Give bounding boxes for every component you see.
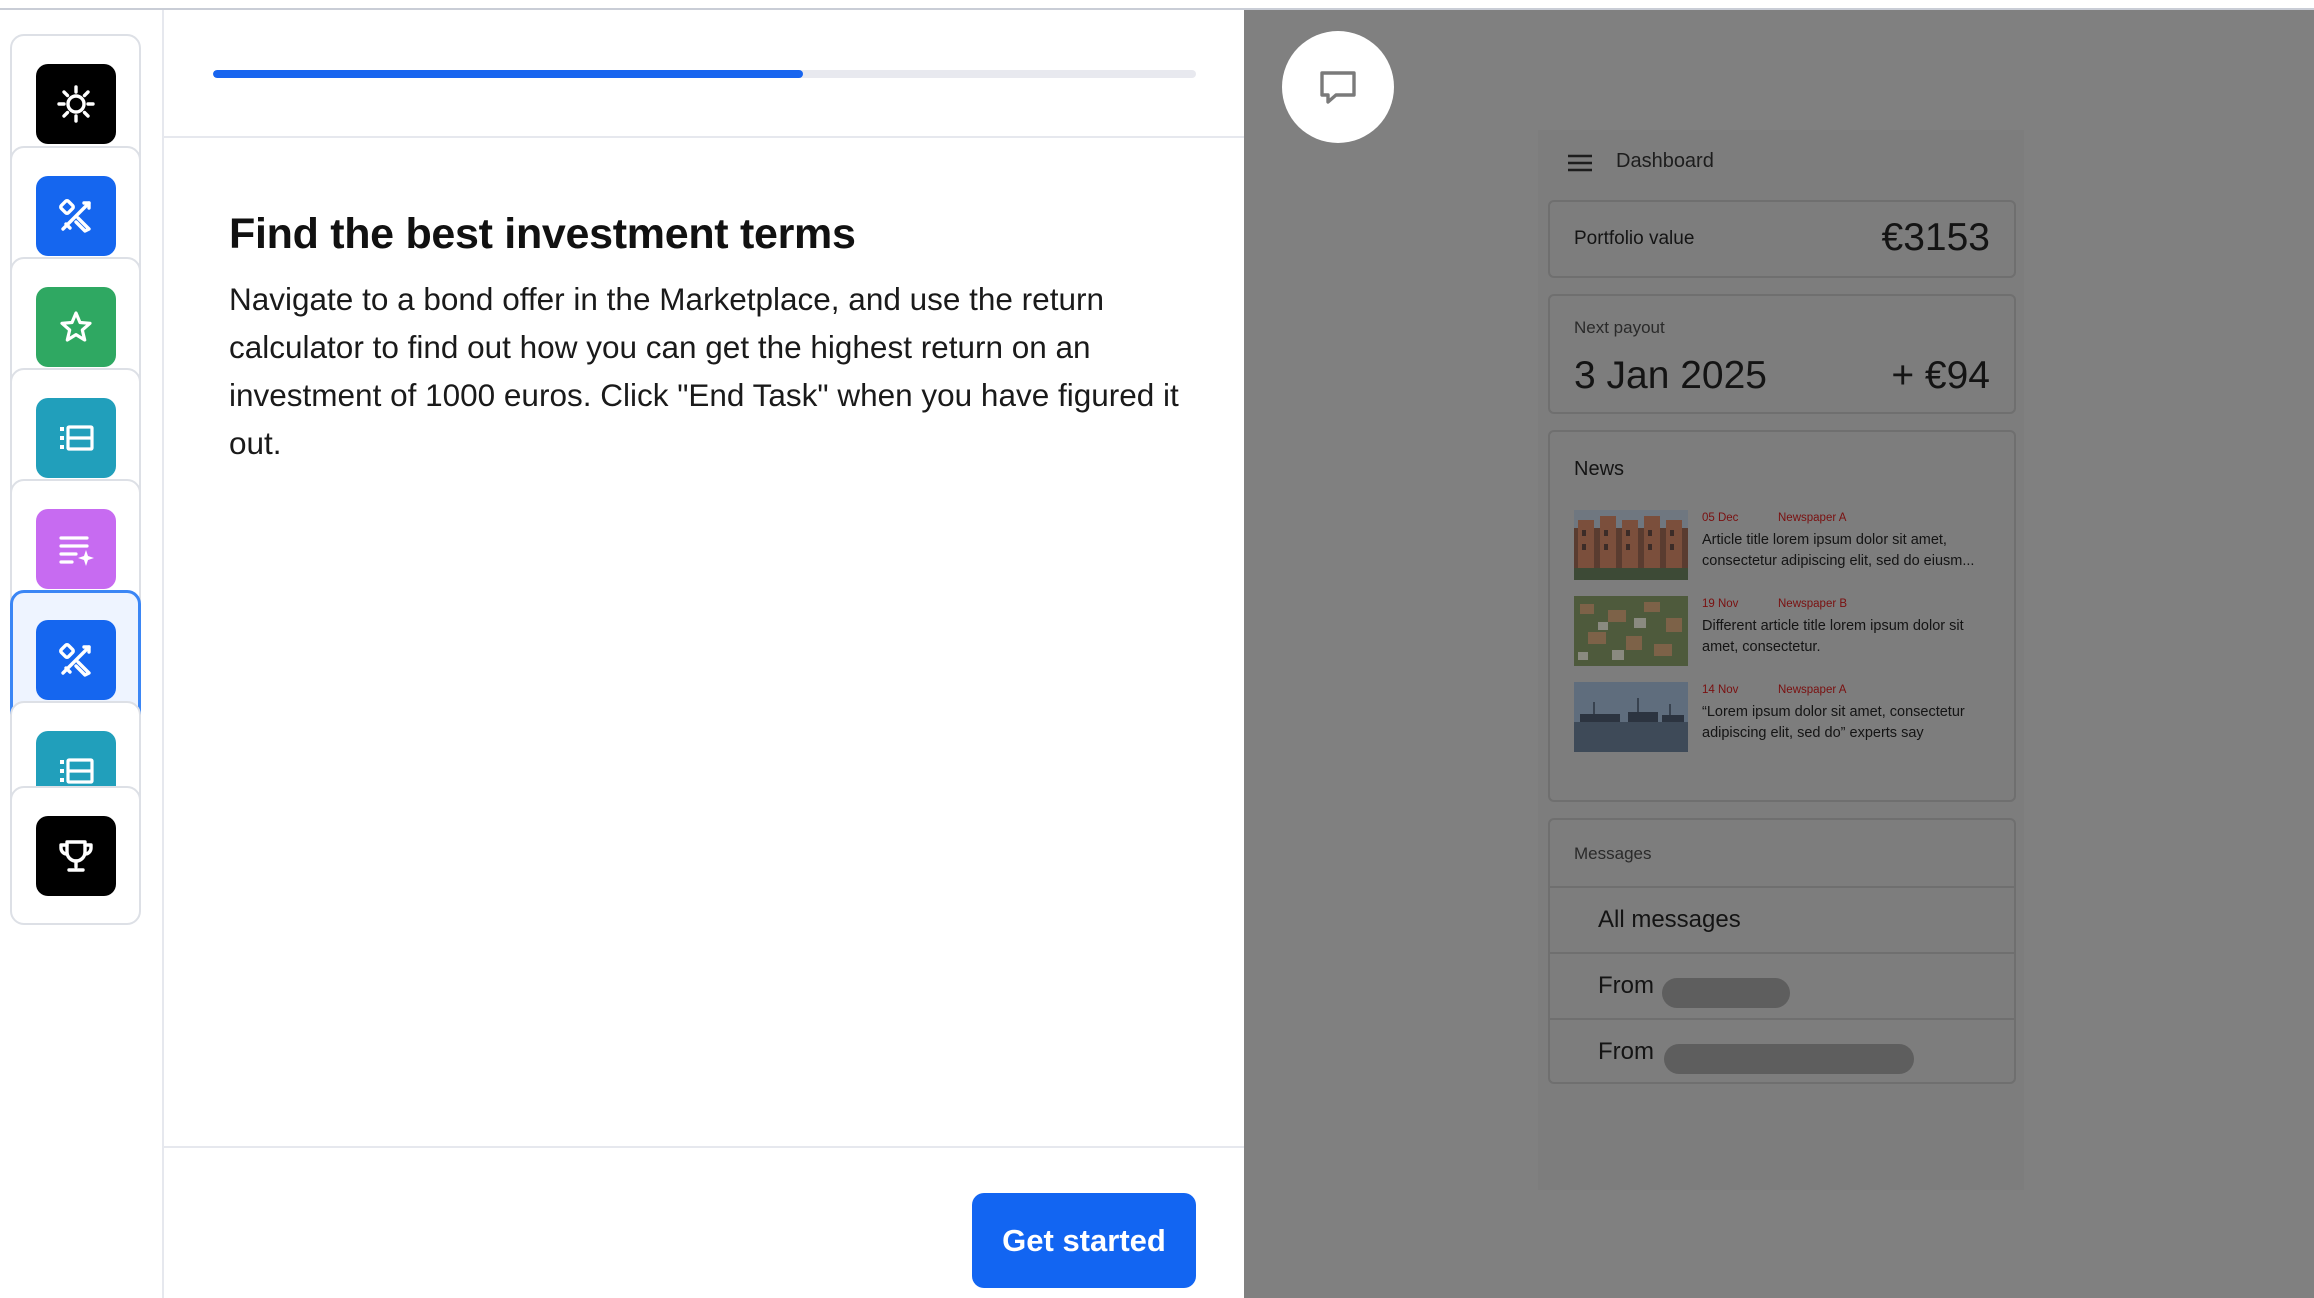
sidebar-tile	[35, 175, 116, 256]
progress-bar	[213, 70, 1196, 78]
app-preview: Dashboard Portfolio value €3153 Next pay…	[1244, 10, 2314, 1298]
message-sender-prefix: From	[1598, 1038, 1654, 1065]
dashboard-title: Dashboard	[1616, 150, 1714, 172]
news-thumbnail	[1574, 682, 1688, 752]
sidebar-tile	[35, 815, 116, 896]
news-source: Newspaper A	[1778, 512, 1847, 524]
message-sender-prefix: From	[1598, 972, 1654, 999]
sidebar-tile	[35, 508, 116, 589]
payout-card[interactable]: Next payout 3 Jan 2025 + €94	[1548, 294, 2016, 414]
news-thumbnail	[1574, 596, 1688, 666]
news-card: News 05 Dec Newspaper A Article title lo…	[1548, 430, 2016, 802]
payout-amount: + €94	[1891, 354, 1990, 397]
redacted-sender	[1664, 1044, 1914, 1074]
news-item[interactable]: 05 Dec Newspaper A Article title lorem i…	[1574, 510, 2004, 582]
portfolio-value: €3153	[1881, 216, 1990, 259]
news-source: Newspaper B	[1778, 598, 1848, 610]
progress-fill	[213, 70, 803, 78]
task-description: Navigate to a bond offer in the Marketpl…	[229, 281, 1179, 461]
portfolio-label: Portfolio value	[1574, 228, 1695, 249]
message-row[interactable]: All messages	[1550, 886, 2014, 952]
news-date: 19 Nov	[1702, 598, 1739, 610]
payout-label: Next payout	[1574, 318, 1665, 337]
progress-section	[164, 10, 1244, 138]
portfolio-card[interactable]: Portfolio value €3153	[1548, 200, 2016, 278]
list-icon	[59, 424, 94, 451]
news-item[interactable]: 19 Nov Newspaper B Different article tit…	[1574, 596, 2004, 668]
news-thumbnail	[1574, 510, 1688, 580]
sidebar-tile	[35, 619, 116, 700]
app-root: Find the best investment terms Navigate …	[0, 0, 2314, 1298]
dashboard-screen: Dashboard Portfolio value €3153 Next pay…	[1538, 130, 2024, 1190]
messages-card: Messages All messages From From	[1548, 818, 2016, 1084]
get-started-button[interactable]: Get started	[972, 1193, 1196, 1288]
messages-title: Messages	[1574, 844, 1652, 863]
news-source: Newspaper A	[1778, 684, 1847, 696]
star-icon	[59, 310, 92, 342]
task-title: Find the best investment terms	[229, 210, 856, 258]
task-panel: Find the best investment terms Navigate …	[164, 10, 1244, 1298]
chat-button[interactable]	[1282, 31, 1394, 143]
message-row[interactable]: From	[1550, 952, 2014, 1018]
news-date: 14 Nov	[1702, 684, 1739, 696]
redacted-sender	[1662, 978, 1790, 1008]
tools-icon	[58, 198, 91, 233]
sidebar-tile	[35, 286, 116, 367]
news-headline: Article title lorem ipsum dolor sit amet…	[1702, 532, 1975, 569]
news-date: 05 Dec	[1702, 512, 1739, 524]
task-footer: Get started	[164, 1146, 1244, 1298]
dashboard-header: Dashboard	[1538, 130, 2024, 200]
news-title: News	[1574, 458, 1625, 480]
message-text: All messages	[1598, 906, 1741, 933]
sidebar-tile	[35, 397, 116, 478]
trophy-icon	[58, 839, 93, 872]
task-sidebar	[0, 10, 164, 1298]
sparkle-list-icon	[58, 535, 94, 566]
menu-icon[interactable]	[1568, 152, 1592, 174]
top-border	[0, 0, 2314, 10]
sidebar-tile	[35, 63, 116, 144]
news-headline: Different article title lorem ipsum dolo…	[1702, 618, 1964, 655]
gear-icon	[56, 84, 95, 123]
chat-icon	[1320, 71, 1356, 104]
tools-icon	[58, 642, 91, 677]
news-headline: “Lorem ipsum dolor sit amet, consectetur…	[1702, 704, 1965, 741]
payout-date: 3 Jan 2025	[1574, 354, 1768, 397]
news-item[interactable]: 14 Nov Newspaper A “Lorem ipsum dolor si…	[1574, 682, 2004, 754]
sidebar-item-trophy[interactable]	[10, 786, 141, 925]
message-row[interactable]: From	[1550, 1018, 2014, 1084]
